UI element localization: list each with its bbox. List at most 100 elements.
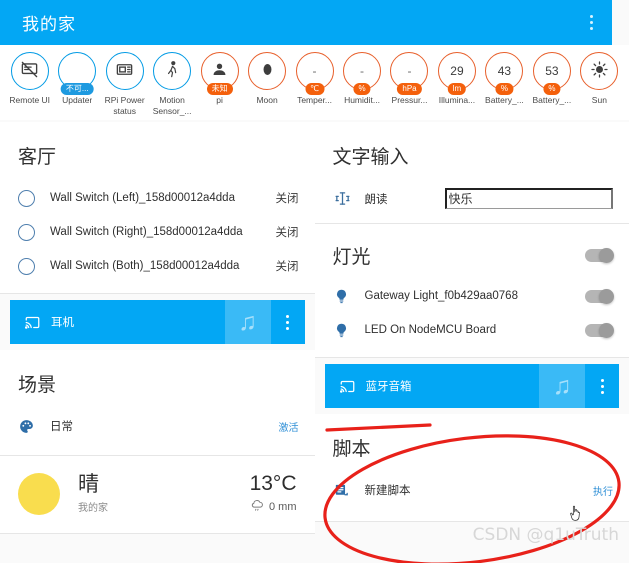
badge-chip: ℃ xyxy=(305,83,325,95)
switch-name: Wall Switch (Right)_158d00012a4dda xyxy=(50,226,243,238)
entity-badge-strip: Remote UI 不可... Updater RPi Power status M… xyxy=(0,45,629,120)
header-overflow-menu-icon[interactable] xyxy=(580,10,602,36)
light-row[interactable]: LED On NodeMCU Board xyxy=(315,313,629,347)
column-left: 客厅 Wall Switch (Left)_158d00012a4dda 关闭 Wa… xyxy=(0,122,315,563)
badge-chip: lm xyxy=(447,83,467,95)
badge-circle: 不可... xyxy=(58,52,97,95)
media-overflow-menu-icon[interactable] xyxy=(277,309,299,335)
card-media-player-bluetooth: 蓝牙音箱 ♫ xyxy=(314,364,629,414)
light-row[interactable]: Gateway Light_f0b429aa0768 xyxy=(315,279,629,313)
badge-label: RPi Power status xyxy=(104,95,145,116)
badge-circle: 53% xyxy=(532,52,571,95)
badge-circle: -% xyxy=(343,52,382,95)
badge-value: - xyxy=(360,64,365,78)
entity-badge-1[interactable]: Remote UI xyxy=(6,52,53,106)
badge-circle: 43% xyxy=(485,52,524,95)
text-input-title: 文字输入 xyxy=(332,147,409,168)
music-note-icon: ♫ xyxy=(539,364,585,408)
app-bar: 我的家 xyxy=(0,0,612,45)
bulb-icon xyxy=(333,322,363,339)
entity-badge-10[interactable]: 29 lm Illumina... xyxy=(433,52,480,106)
weather-location: 我的家 xyxy=(78,503,108,514)
light-name: LED On NodeMCU Board xyxy=(364,324,497,336)
cast-icon xyxy=(24,315,41,330)
scripts-title: 脚本 xyxy=(332,439,371,460)
badge-chip: % xyxy=(543,83,561,95)
badge-chip: 未知 xyxy=(206,83,233,95)
light-toggle[interactable] xyxy=(585,288,614,304)
badge-circle xyxy=(580,52,619,90)
badge-value: 43 xyxy=(497,64,512,78)
script-run-link[interactable]: 执行 xyxy=(585,483,613,498)
badge-circle: 未知 xyxy=(200,52,239,95)
badge-circle xyxy=(248,52,287,90)
entity-badge-5[interactable]: 未知 pi xyxy=(196,52,243,106)
text-cursor-icon xyxy=(333,190,363,207)
entity-toggle-circle[interactable] xyxy=(18,257,48,275)
entity-badge-4[interactable]: Motion Sensor_... xyxy=(148,52,195,117)
badge-label: Remote UI xyxy=(9,95,51,105)
badge-value: 29 xyxy=(450,64,464,78)
entity-badge-13[interactable]: Sun xyxy=(576,52,623,106)
entity-badge-12[interactable]: 53% Battery_... xyxy=(528,52,575,106)
page-title: 我的家 xyxy=(22,15,76,34)
badge-label: Sun xyxy=(591,95,607,105)
badge-label: Updater xyxy=(62,95,93,105)
cast-off-icon xyxy=(20,60,39,82)
entity-badge-11[interactable]: 43% Battery_... xyxy=(481,52,528,106)
text-input-field[interactable] xyxy=(444,188,613,209)
weather-temperature: 13°C xyxy=(249,472,297,495)
moon-icon xyxy=(258,60,277,82)
column-right: 文字输入 朗读 灯光 xyxy=(314,122,629,563)
text-input-label: 朗读 xyxy=(364,193,388,206)
entity-badge-6[interactable]: Moon xyxy=(243,52,290,106)
badge-label: Pressur... xyxy=(391,95,428,105)
media-overflow-menu-icon[interactable] xyxy=(591,373,613,399)
card-lights: 灯光 Gateway Light_f0b429aa0768 LED On Nod… xyxy=(314,224,629,358)
dashboard-columns: 客厅 Wall Switch (Left)_158d00012a4dda 关闭 Wa… xyxy=(0,122,629,563)
walking-icon xyxy=(163,60,182,82)
entity-badge-3[interactable]: RPi Power status xyxy=(101,52,148,117)
text-input-row: 朗读 xyxy=(315,181,629,223)
entity-badge-2[interactable]: 不可... Updater xyxy=(53,52,100,106)
badge-value: - xyxy=(407,64,412,78)
card-scenes: 场景 日常 激活 xyxy=(0,350,315,456)
weather-precipitation: 0 mm xyxy=(269,501,297,513)
badge-value: 53 xyxy=(545,64,559,78)
entity-badge-9[interactable]: - hPa Pressur... xyxy=(386,52,433,106)
badge-circle: - ℃ xyxy=(295,52,334,95)
entity-badge-7[interactable]: - ℃ Temper... xyxy=(291,52,338,106)
entity-toggle-circle[interactable] xyxy=(18,189,48,207)
chip-icon xyxy=(115,60,134,82)
lights-header: 灯光 xyxy=(315,224,629,279)
watermark: CSDN @q1uTruth xyxy=(472,525,619,545)
badge-label: Humidit... xyxy=(344,95,380,105)
switch-row[interactable]: Wall Switch (Right)_158d00012a4dda 关闭 xyxy=(0,215,315,249)
palette-icon xyxy=(18,418,48,435)
media-player-bluetooth-speaker[interactable]: 蓝牙音箱 ♫ xyxy=(324,364,619,408)
card-media-player-headphones: 耳机 ♫ xyxy=(0,300,315,350)
badge-circle xyxy=(153,52,192,90)
scene-activate-link[interactable]: 激活 xyxy=(271,419,299,434)
badge-circle: - hPa xyxy=(390,52,429,95)
script-name: 新建脚本 xyxy=(364,485,411,497)
entity-toggle-circle[interactable] xyxy=(18,223,48,241)
badge-label: Illumina... xyxy=(438,95,476,105)
mouse-cursor-icon xyxy=(570,505,580,521)
switch-row[interactable]: Wall Switch (Left)_158d00012a4dda 关闭 xyxy=(0,181,315,215)
weather-precipitation-row: 0 mm xyxy=(250,499,297,515)
switch-state: 关闭 xyxy=(275,227,299,239)
lights-master-toggle[interactable] xyxy=(585,248,614,263)
badge-label: Moon xyxy=(256,95,278,105)
badge-chip: 不可... xyxy=(60,83,94,95)
card-weather: 晴 我的家 13°C 0 mm xyxy=(0,456,315,534)
light-toggle[interactable] xyxy=(585,322,614,338)
switch-state: 关闭 xyxy=(275,261,299,273)
media-player-headphones[interactable]: 耳机 ♫ xyxy=(10,300,305,344)
scene-row[interactable]: 日常 激活 xyxy=(0,409,315,443)
home-assistant-dashboard: 我的家 Remote UI 不可... Updater RPi Power stat… xyxy=(0,0,629,563)
badge-label: Temper... xyxy=(297,95,333,105)
entity-badge-8[interactable]: -% Humidit... xyxy=(338,52,385,106)
script-row[interactable]: 新建脚本 执行 xyxy=(315,473,629,507)
switch-row[interactable]: Wall Switch (Both)_158d00012a4dda 关闭 xyxy=(0,249,315,283)
